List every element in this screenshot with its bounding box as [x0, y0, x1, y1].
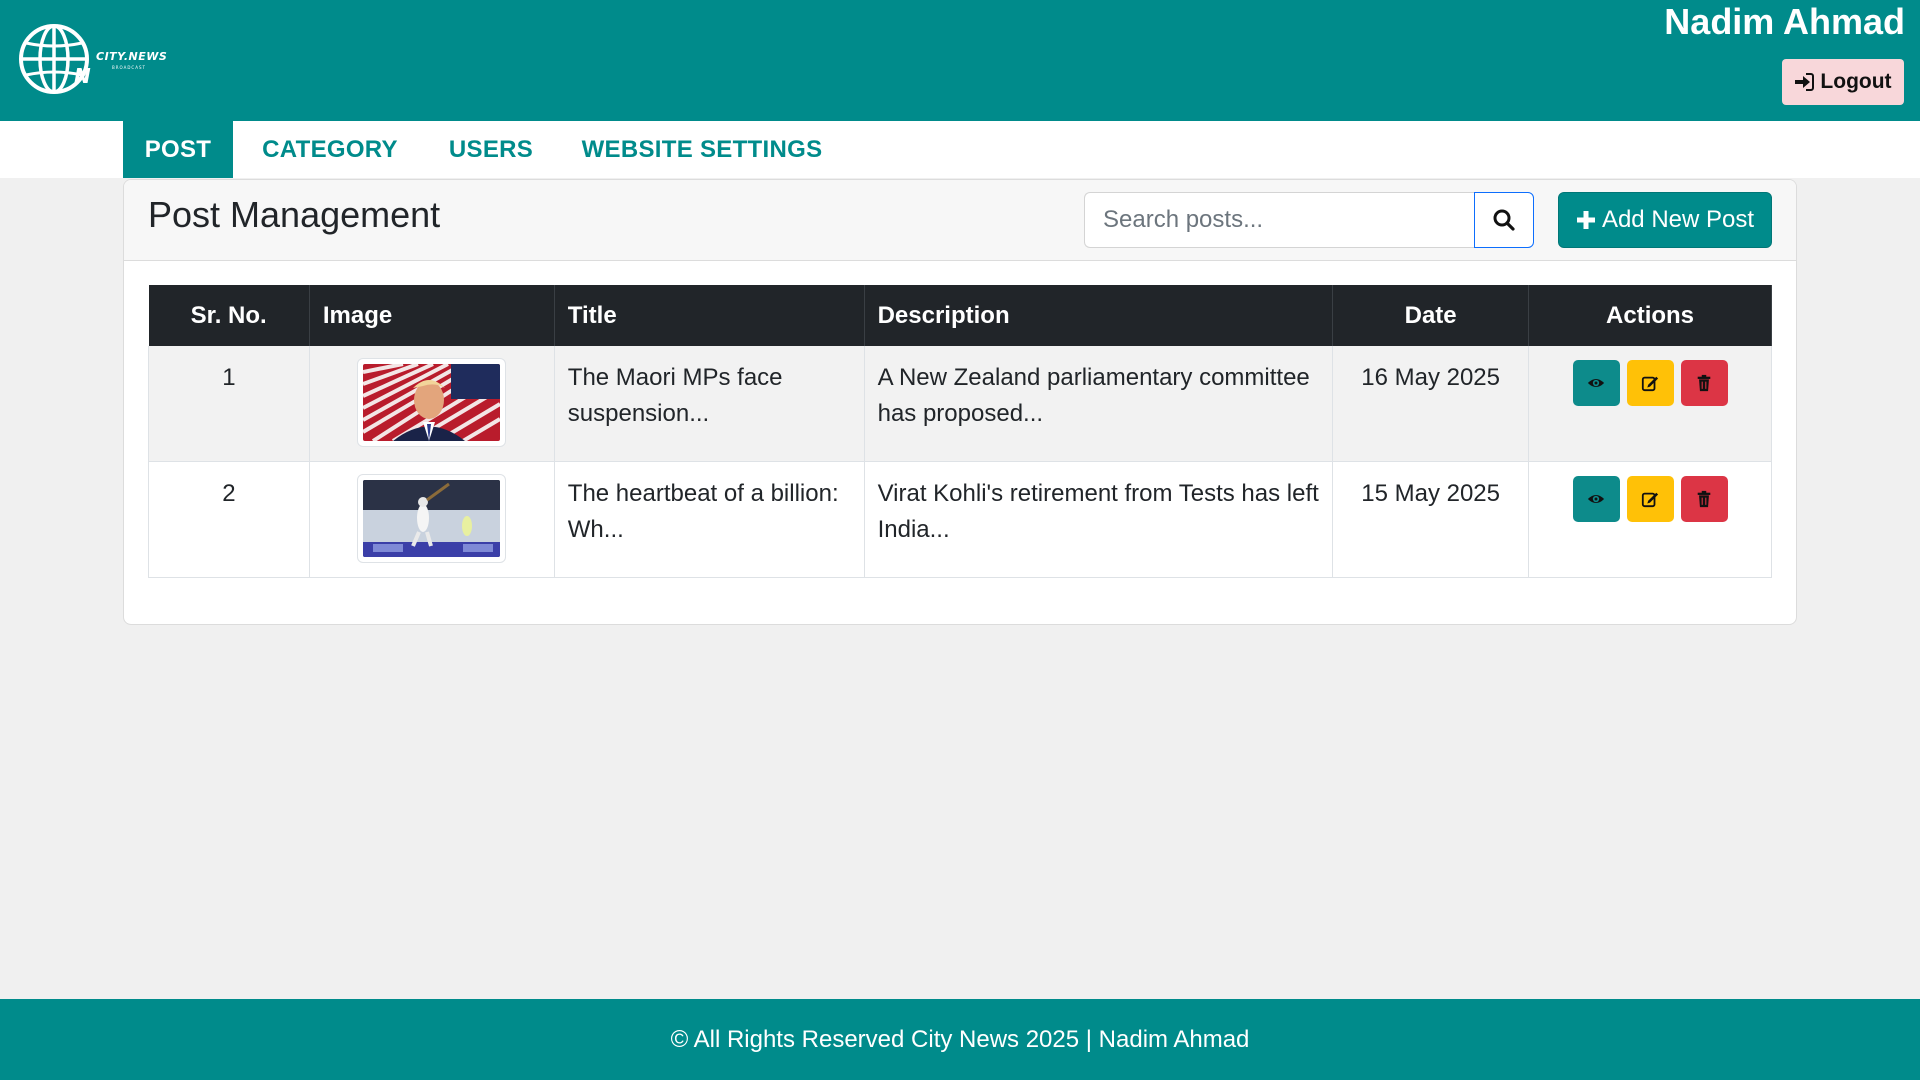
row-date: 16 May 2025	[1332, 346, 1530, 462]
delete-button[interactable]	[1680, 360, 1728, 406]
edit-button[interactable]	[1626, 476, 1674, 522]
page-title: Post Management	[148, 194, 441, 235]
site-header: N CITY.NEWS BROADCAST Nadim Ahmad Logout	[0, 0, 1920, 121]
edit-button[interactable]	[1626, 360, 1674, 406]
row-title: The heartbeat of a billion: Wh...	[553, 461, 865, 578]
row-title: The Maori MPs face suspension...	[553, 346, 865, 462]
add-new-post-label: Add New Post	[1601, 206, 1755, 233]
main-nav: POST CATEGORY USERS WEBSITE SETTINGS	[0, 121, 1920, 178]
news-photo-cricket-icon	[363, 480, 501, 557]
logo-text: CITY.NEWS	[96, 50, 168, 63]
column-header-sr-no: Sr. No.	[148, 285, 310, 346]
plus-icon	[1576, 211, 1595, 229]
row-description: A New Zealand parliamentary committee ha…	[863, 346, 1334, 462]
view-button[interactable]	[1572, 476, 1620, 522]
news-photo-flag-icon	[363, 364, 501, 441]
post-thumbnail[interactable]	[357, 358, 507, 447]
delete-button[interactable]	[1680, 476, 1728, 522]
logout-button[interactable]: Logout	[1782, 59, 1904, 105]
logout-label: Logout	[1820, 70, 1892, 93]
row-sr-no: 2	[148, 461, 310, 578]
add-new-post-button[interactable]: Add New Post	[1558, 192, 1772, 248]
column-header-actions: Actions	[1528, 285, 1772, 346]
nav-tab-website-settings[interactable]: WEBSITE SETTINGS	[572, 121, 832, 178]
column-header-description: Description	[864, 285, 1334, 346]
nav-tab-users[interactable]: USERS	[436, 121, 546, 178]
row-description: Virat Kohli's retirement from Tests has …	[863, 461, 1334, 578]
nav-tab-category[interactable]: CATEGORY	[248, 121, 412, 178]
posts-table: Sr. No. Image Title Description Date Act…	[148, 285, 1772, 578]
row-image-cell	[308, 461, 555, 578]
nav-tab-post[interactable]: POST	[123, 121, 233, 178]
user-name: Nadim Ahmad	[1664, 1, 1905, 42]
row-image-cell	[308, 346, 555, 462]
site-logo[interactable]: N CITY.NEWS BROADCAST	[16, 20, 168, 102]
search-input[interactable]	[1084, 192, 1474, 248]
eye-icon	[1587, 378, 1605, 388]
globe-icon: N	[19, 24, 91, 94]
column-header-title: Title	[554, 285, 865, 346]
trash-icon	[1697, 490, 1711, 508]
row-actions	[1528, 346, 1772, 462]
search-button[interactable]	[1474, 192, 1534, 248]
post-management-card: Post Management Add New Post Sr. No. Ima…	[123, 179, 1797, 625]
row-actions	[1528, 461, 1772, 578]
column-header-image: Image	[309, 285, 555, 346]
table-header-row: Sr. No. Image Title Description Date Act…	[148, 285, 1772, 346]
site-footer: © All Rights Reserved City News 2025 | N…	[0, 999, 1920, 1080]
row-sr-no: 1	[148, 346, 310, 462]
table-row: 1 The Maori MPs face suspension... A New…	[148, 346, 1772, 462]
column-header-date: Date	[1332, 285, 1530, 346]
eye-icon	[1587, 494, 1605, 504]
edit-icon	[1641, 376, 1659, 392]
svg-text:N: N	[74, 64, 91, 88]
search-icon	[1493, 209, 1515, 231]
row-date: 15 May 2025	[1332, 461, 1530, 578]
table-row: 2 The heartbeat of a billion: Wh... Vira…	[148, 461, 1772, 578]
post-thumbnail[interactable]	[357, 474, 507, 563]
logo-subtext: BROADCAST	[112, 65, 146, 70]
edit-icon	[1641, 492, 1659, 508]
view-button[interactable]	[1572, 360, 1620, 406]
sign-in-icon	[1795, 73, 1815, 91]
trash-icon	[1697, 374, 1711, 392]
card-header: Post Management Add New Post	[124, 180, 1796, 261]
footer-copyright: © All Rights Reserved City News 2025 | N…	[670, 1025, 1250, 1053]
